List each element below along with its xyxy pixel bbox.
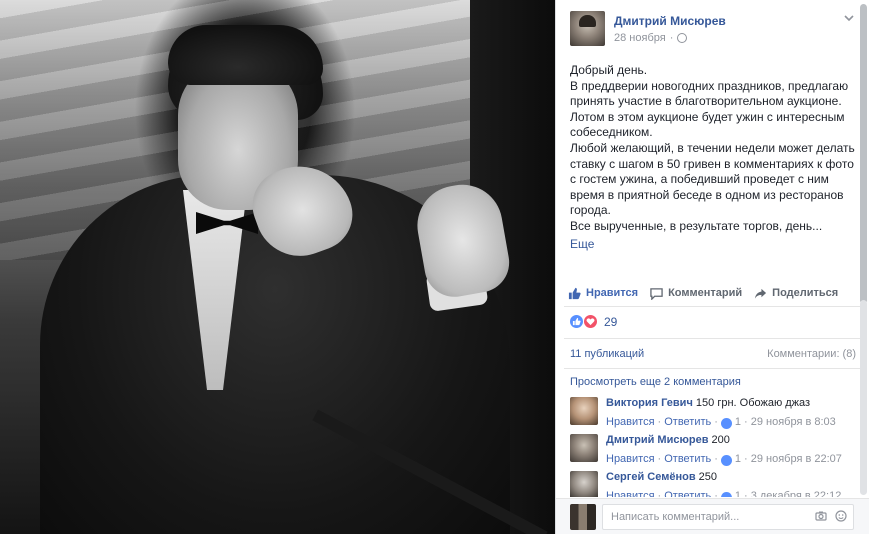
like-reaction-icon [569, 314, 584, 329]
commenter-avatar[interactable] [570, 471, 598, 497]
comment-button[interactable]: Комментарий [650, 287, 742, 300]
post-sidebar: Дмитрий Мисюрев 28 ноября · Добрый день.… [555, 0, 869, 534]
post-photo[interactable] [0, 0, 555, 534]
commenter-name[interactable]: Сергей Семёнов [606, 471, 696, 483]
comment-input[interactable]: Написать комментарий... [602, 504, 854, 530]
scrollbar-thumb[interactable] [860, 4, 867, 304]
post-text: Добрый день. В преддверии новогодних пра… [570, 63, 860, 252]
comment-placeholder: Написать комментарий... [611, 511, 740, 523]
thumbs-up-icon [568, 287, 581, 299]
post-meta: 28 ноября · [614, 32, 688, 44]
love-reaction-icon [583, 314, 598, 329]
author-name[interactable]: Дмитрий Мисюрев [614, 14, 726, 28]
share-label: Поделиться [772, 287, 839, 299]
share-button[interactable]: Поделиться [754, 287, 838, 300]
like-label: Нравится [586, 287, 639, 299]
comment-time[interactable]: 3 декабря в 22:12 [751, 489, 842, 497]
comment-like-link[interactable]: Нравится [606, 489, 655, 497]
author-avatar[interactable] [570, 11, 605, 46]
comment-like-count: 1 [734, 490, 742, 497]
post-paragraph: В преддверии новогодних праздников, пред… [570, 78, 849, 109]
post-actions: Нравится Комментарий Поделиться [568, 283, 858, 303]
comment-like-count: 1 [734, 453, 742, 465]
user-avatar [570, 504, 596, 530]
globe-icon [677, 33, 688, 43]
post-paragraph: Любой желающий, в течении недели может д… [570, 140, 855, 218]
comment-time[interactable]: 29 ноября в 8:03 [751, 415, 836, 429]
divider [564, 306, 862, 307]
post-stats: 11 публикаций Комментарии: (8) [570, 348, 856, 360]
see-more-link[interactable]: Еще [570, 237, 594, 253]
view-more-comments[interactable]: Просмотреть еще 2 комментария [570, 376, 741, 388]
like-icon [720, 491, 732, 497]
divider [564, 368, 862, 369]
comment-actions: Нравится · Ответить · 1 · 3 декабря в 22… [606, 489, 860, 497]
comment-like-count: 1 [734, 416, 742, 428]
comment-composer: Написать комментарий... [556, 498, 869, 534]
commenter-avatar[interactable] [570, 397, 598, 425]
like-icon [720, 417, 732, 429]
scrollbar-track[interactable] [860, 300, 867, 495]
comment-like-link[interactable]: Нравится [606, 415, 655, 429]
commenter-name[interactable]: Дмитрий Мисюрев [606, 434, 708, 446]
comment-actions: Нравится · Ответить · 1 · 29 ноября в 8:… [606, 415, 836, 429]
comment-reply-link[interactable]: Ответить [664, 489, 711, 497]
like-icon [720, 454, 732, 466]
sticker-icon[interactable] [835, 510, 847, 522]
divider [564, 338, 862, 339]
post-paragraph: Добрый день. [570, 63, 648, 77]
comment-text: 150 грн. Обожаю джаз [695, 397, 811, 409]
comment-item: Виктория Гевич 150 грн. Обожаю джаз Нрав… [570, 396, 860, 430]
comment-text: 200 [711, 434, 730, 446]
comment-time[interactable]: 29 ноября в 22:07 [751, 452, 842, 466]
shares-count[interactable]: 11 публикаций [570, 348, 644, 360]
commenter-name[interactable]: Виктория Гевич [606, 397, 693, 409]
post-paragraph: Лотом в этом аукционе будет ужин с интер… [570, 109, 845, 140]
comment-text: 250 [698, 471, 718, 483]
post-date[interactable]: 28 ноября [614, 32, 666, 44]
like-button[interactable]: Нравится [568, 287, 638, 300]
comment-icon [650, 287, 663, 300]
post-paragraph: Все вырученные, в результате торгов, ден… [570, 218, 823, 233]
comment-item: Сергей Семёнов 250 Нравится · Ответить ·… [570, 470, 860, 497]
comment-reply-link[interactable]: Ответить [664, 415, 711, 429]
share-icon [755, 288, 767, 299]
post-header: Дмитрий Мисюрев 28 ноября · [570, 11, 850, 47]
chevron-down-icon[interactable] [843, 12, 855, 24]
comment-item: Дмитрий Мисюрев 200 Нравится · Ответить … [570, 433, 860, 467]
reaction-count: 29 [604, 314, 618, 329]
commenter-avatar[interactable] [570, 434, 598, 462]
comments-count[interactable]: Комментарии: (8) [767, 348, 856, 360]
comment-actions: Нравится · Ответить · 1 · 29 ноября в 22… [606, 452, 842, 466]
conductor-hair-top [168, 25, 323, 85]
comment-label: Комментарий [668, 287, 743, 299]
camera-icon[interactable] [815, 510, 827, 522]
reactions-summary[interactable]: 29 [569, 314, 617, 329]
comment-reply-link[interactable]: Ответить [664, 452, 711, 466]
comment-like-link[interactable]: Нравится [606, 452, 655, 466]
